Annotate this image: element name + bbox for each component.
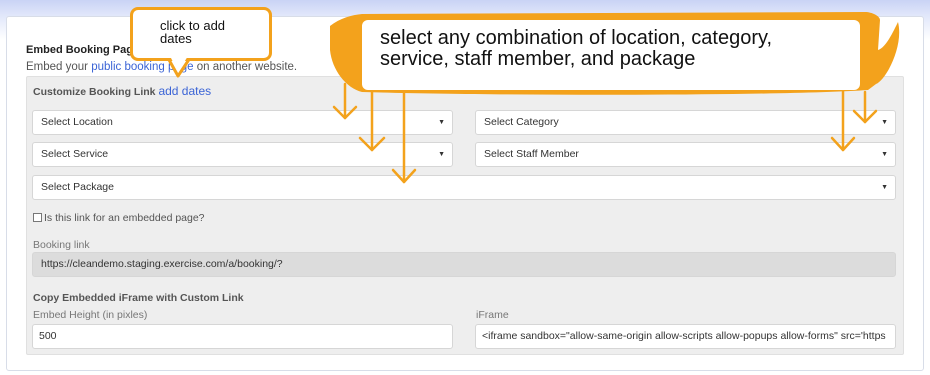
- bubble-tail-fill: [170, 56, 188, 72]
- banner-line-1: select any combination of location, cate…: [380, 27, 773, 49]
- banner-line-2: service, staff member, and package: [380, 48, 696, 70]
- combination-banner: select any combination of location, cate…: [362, 20, 860, 90]
